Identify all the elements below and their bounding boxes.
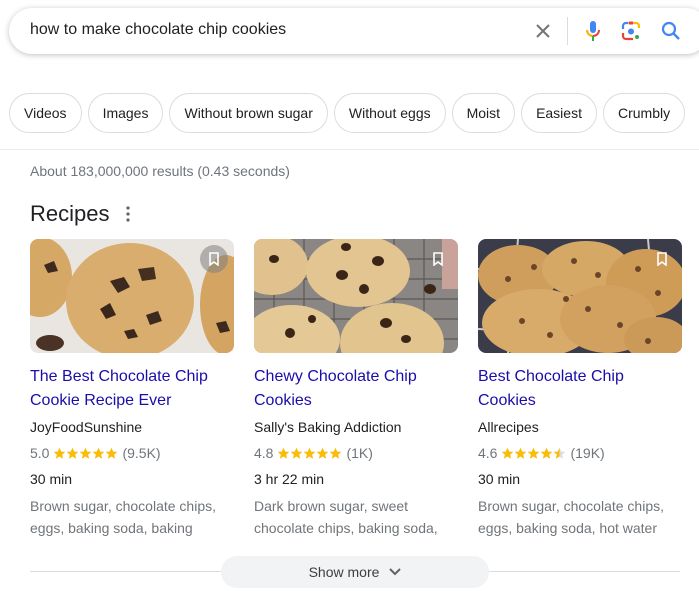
recipe-ingredients: Dark brown sugar, sweet chocolate chips,… <box>254 495 458 539</box>
search-bar-divider <box>567 17 568 45</box>
more-vert-icon[interactable] <box>120 204 136 224</box>
recipe-image[interactable] <box>30 239 234 353</box>
recipe-time: 30 min <box>478 471 521 487</box>
recipe-title-line: Best Chocolate Chip <box>478 368 624 385</box>
chips-divider <box>0 149 699 150</box>
recipe-card: Chewy Chocolate Chip Cookies Sally's Bak… <box>254 239 458 539</box>
recipe-title-line: Cookies <box>254 392 312 409</box>
star-icon <box>67 447 79 459</box>
bookmark-icon[interactable] <box>424 245 452 273</box>
star-icon <box>93 447 105 459</box>
rating-value: 4.6 <box>478 445 498 461</box>
recipe-title-link[interactable]: Best Chocolate Chip Cookies <box>478 365 682 413</box>
recipe-time: 30 min <box>30 471 73 487</box>
chip-videos[interactable]: Videos <box>9 93 82 133</box>
recipe-title-link[interactable]: Chewy Chocolate Chip Cookies <box>254 365 458 413</box>
recipe-image[interactable] <box>254 239 458 353</box>
recipe-ingredients: Brown sugar, chocolate chips, eggs, baki… <box>478 495 682 539</box>
rating-value: 5.0 <box>30 445 50 461</box>
recipe-ingredients: Brown sugar, chocolate chips, eggs, baki… <box>30 495 234 539</box>
recipes-heading: Recipes <box>30 201 110 226</box>
star-icon <box>515 447 527 459</box>
recipe-title-line: Cookies <box>478 392 536 409</box>
chip-without-eggs[interactable]: Without eggs <box>333 93 446 133</box>
star-icon <box>54 447 66 459</box>
chip-without-brown-sugar[interactable]: Without brown sugar <box>169 93 328 133</box>
star-icon <box>106 447 118 459</box>
review-count: (1K) <box>346 445 373 461</box>
recipe-title-line: Chewy Chocolate Chip <box>254 368 417 385</box>
recipe-rating: 4.8 (1K) <box>254 443 458 463</box>
review-count: (19K) <box>570 445 605 461</box>
recipe-title-line: The Best Chocolate Chip <box>30 368 208 385</box>
chip-crumbly[interactable]: Crumbly <box>602 93 686 133</box>
ingredients-line: eggs, baking soda, baking <box>30 520 193 536</box>
star-icon <box>528 447 540 459</box>
search-icon[interactable] <box>659 19 683 43</box>
show-more-button[interactable]: Show more <box>221 556 489 588</box>
star-rating <box>53 447 118 460</box>
microphone-icon[interactable] <box>581 19 605 43</box>
recipe-card: The Best Chocolate Chip Cookie Recipe Ev… <box>30 239 234 539</box>
filter-chips: Videos Images Without brown sugar Withou… <box>9 93 686 133</box>
recipe-image[interactable] <box>478 239 682 353</box>
rating-value: 4.8 <box>254 445 274 461</box>
recipe-time: 3 hr 22 min <box>254 471 325 487</box>
star-icon <box>502 447 514 459</box>
star-icon <box>304 447 316 459</box>
star-icon <box>278 447 290 459</box>
star-rating <box>501 447 566 460</box>
recipe-source: Sally's Baking Addiction <box>254 419 402 435</box>
search-bar <box>9 8 699 54</box>
recipe-card: Best Chocolate Chip Cookies Allrecipes 4… <box>478 239 682 539</box>
camera-lens-icon[interactable] <box>619 19 643 43</box>
ingredients-line: Brown sugar, chocolate chips, <box>30 498 216 514</box>
result-stats: About 183,000,000 results (0.43 seconds) <box>30 163 290 179</box>
review-count: (9.5K) <box>122 445 161 461</box>
search-input[interactable] <box>30 21 510 39</box>
ingredients-line: eggs, baking soda, hot water <box>478 520 658 536</box>
recipe-rating: 5.0 (9.5K) <box>30 443 234 463</box>
ingredients-line: chocolate chips, baking soda, <box>254 520 438 536</box>
recipe-title-link[interactable]: The Best Chocolate Chip Cookie Recipe Ev… <box>30 365 234 413</box>
close-icon[interactable] <box>531 19 555 43</box>
recipe-title-line: Cookie Recipe Ever <box>30 392 172 409</box>
bookmark-icon[interactable] <box>200 245 228 273</box>
star-icon <box>541 447 553 459</box>
recipe-source: JoyFoodSunshine <box>30 419 143 435</box>
bookmark-icon[interactable] <box>648 245 676 273</box>
star-rating <box>277 447 342 460</box>
chevron-down-icon <box>389 568 402 576</box>
chip-images[interactable]: Images <box>87 93 164 133</box>
star-icon <box>291 447 303 459</box>
recipe-rating: 4.6 (19K) <box>478 443 682 463</box>
show-more-label: Show more <box>308 564 380 580</box>
recipe-source: Allrecipes <box>478 419 539 435</box>
star-icon <box>317 447 329 459</box>
chip-easiest[interactable]: Easiest <box>521 93 597 133</box>
ingredients-line: Dark brown sugar, sweet <box>254 498 409 514</box>
star-icon <box>330 447 342 459</box>
star-icon <box>80 447 92 459</box>
ingredients-line: Brown sugar, chocolate chips, <box>478 498 664 514</box>
chip-moist[interactable]: Moist <box>451 93 516 133</box>
star-icon <box>554 447 566 459</box>
